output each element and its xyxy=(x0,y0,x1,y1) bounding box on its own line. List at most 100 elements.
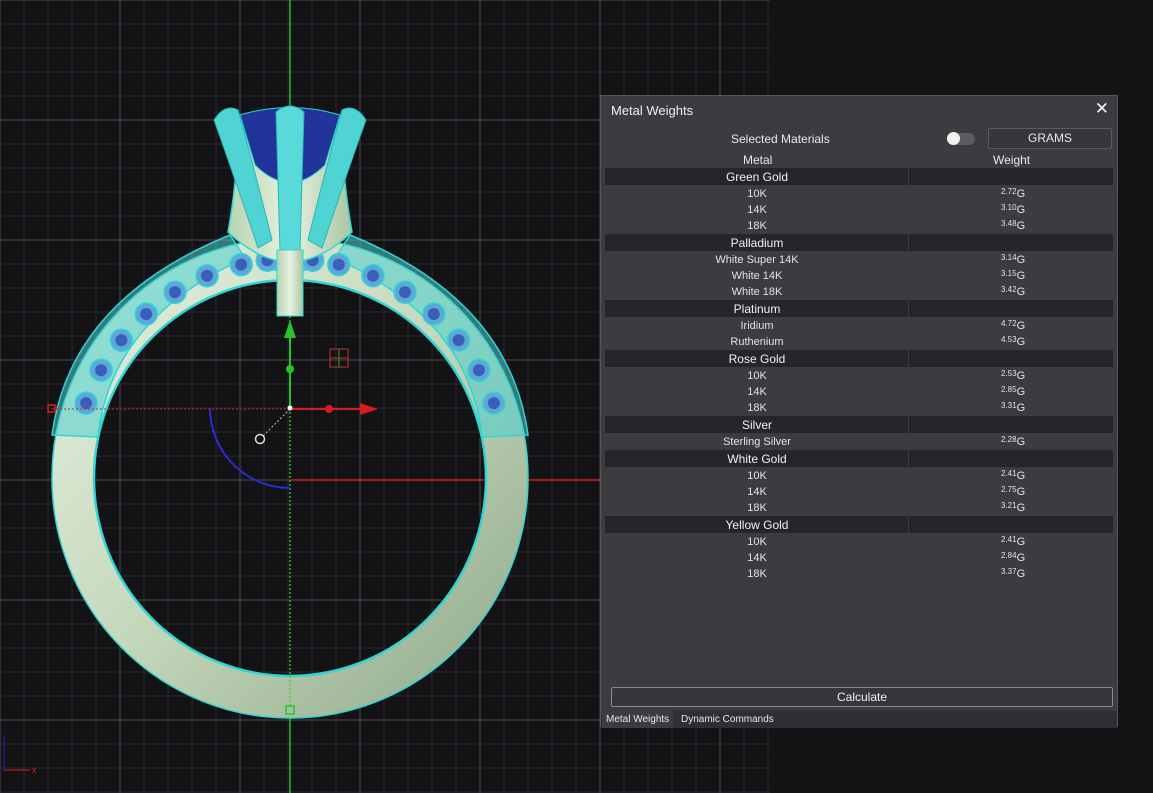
weight-unit: G xyxy=(1016,220,1026,232)
weight-unit: G xyxy=(1016,254,1026,266)
pave-gem-center xyxy=(140,308,153,320)
weight-unit: G xyxy=(1016,552,1026,564)
selected-materials-toggle[interactable] xyxy=(947,132,975,145)
metal-name: White 14K xyxy=(731,270,783,282)
world-axis-icon: x xyxy=(3,735,37,775)
metal-weight: 3.10G xyxy=(1001,203,1025,216)
metal-weight: 3.21G xyxy=(1001,501,1025,514)
table-row: Ruthenium 4.53G xyxy=(605,334,1113,350)
metal-weight: 2.85G xyxy=(1001,385,1025,398)
weight-unit: G xyxy=(1016,486,1026,498)
panel-header: Metal Weights ✕ xyxy=(601,96,1117,124)
group-separator xyxy=(908,450,909,467)
table-row: 10K 2.53G xyxy=(605,368,1113,384)
metal-name: 18K xyxy=(747,502,767,514)
table-row: 18K 3.21G xyxy=(605,500,1113,516)
weight-value: 3.14 xyxy=(1001,253,1017,262)
pave-gem-center xyxy=(472,364,485,377)
unit-button[interactable]: GRAMS xyxy=(988,128,1112,149)
y-axis-handle[interactable] xyxy=(286,365,294,373)
metal-weights-panel: Metal Weights ✕ Selected Materials GRAMS… xyxy=(600,95,1118,728)
weight-value: 2.53 xyxy=(1001,369,1017,378)
table-row: 18K 3.31G xyxy=(605,400,1113,416)
metal-weight: 2.75G xyxy=(1001,485,1025,498)
weight-unit: G xyxy=(1016,320,1026,332)
metal-weight: 2.53G xyxy=(1001,369,1025,382)
weight-value: 4.53 xyxy=(1001,335,1017,344)
weight-value: 3.48 xyxy=(1001,219,1017,228)
group-name: Rose Gold xyxy=(728,352,786,366)
metal-weight: 3.15G xyxy=(1001,269,1025,282)
metal-name: White 18K xyxy=(731,286,783,298)
group-separator xyxy=(908,168,909,185)
group-name: Yellow Gold xyxy=(725,518,789,532)
pave-gem-center xyxy=(201,269,213,282)
metal-name: 14K xyxy=(747,386,767,398)
weight-value: 3.31 xyxy=(1001,401,1017,410)
group-separator xyxy=(908,300,909,317)
weight-value: 3.15 xyxy=(1001,269,1017,278)
metal-weight: 3.31G xyxy=(1001,401,1025,414)
metal-weight: 2.72G xyxy=(1001,187,1025,200)
metal-weights-table: Green Gold 10K 2.72G 14K 3.10G 18K 3.48G Pallad… xyxy=(605,168,1113,582)
metal-weight: 3.42G xyxy=(1001,285,1025,298)
metal-name: 18K xyxy=(747,402,767,414)
toggle-knob xyxy=(947,132,960,145)
metal-name: 10K xyxy=(747,370,767,382)
metal-name: 14K xyxy=(747,552,767,564)
calculate-button[interactable]: Calculate xyxy=(611,687,1113,707)
group-name: White Gold xyxy=(727,452,787,466)
pave-gem-center xyxy=(115,334,128,347)
metal-weight: 2.28G xyxy=(1001,435,1025,448)
weight-value: 2.85 xyxy=(1001,385,1017,394)
tab-metal-weights[interactable]: Metal Weights xyxy=(602,711,674,728)
pave-gem-center xyxy=(95,364,108,377)
close-icon[interactable]: ✕ xyxy=(1095,99,1109,119)
weight-unit: G xyxy=(1016,568,1026,580)
group-separator xyxy=(908,416,909,433)
tab-dynamic-commands[interactable]: Dynamic Commands xyxy=(677,711,778,728)
table-row: 18K 3.37G xyxy=(605,566,1113,582)
table-row: Sterling Silver 2.28G xyxy=(605,434,1113,450)
pave-gem-center xyxy=(332,258,345,271)
panel-title: Metal Weights xyxy=(611,103,694,118)
weight-value: 2.41 xyxy=(1001,469,1017,478)
table-row: 14K 3.10G xyxy=(605,202,1113,218)
table-row: 14K 2.85G xyxy=(605,384,1113,400)
panel-tabs: Metal Weights Dynamic Commands xyxy=(601,711,1117,728)
metal-weight: 3.37G xyxy=(1001,567,1025,580)
metal-name: Ruthenium xyxy=(730,336,784,348)
table-row: 10K 2.41G xyxy=(605,534,1113,550)
pave-gem-center xyxy=(487,397,500,410)
group-row: Green Gold xyxy=(605,168,1113,185)
weight-value: 3.42 xyxy=(1001,285,1017,294)
table-row: White 14K 3.15G xyxy=(605,268,1113,284)
metal-weight: 4.53G xyxy=(1001,335,1025,348)
table-row: 10K 2.41G xyxy=(605,468,1113,484)
weight-value: 2.75 xyxy=(1001,485,1017,494)
group-name: Palladium xyxy=(730,236,784,250)
group-separator xyxy=(908,234,909,251)
group-name: Silver xyxy=(741,418,772,432)
group-row: Rose Gold xyxy=(605,350,1113,367)
weight-value: 2.41 xyxy=(1001,535,1017,544)
weight-unit: G xyxy=(1016,188,1026,200)
metal-name: Iridium xyxy=(740,320,774,332)
metal-name: 14K xyxy=(747,204,767,216)
weight-unit: G xyxy=(1016,536,1026,548)
weight-value: 3.37 xyxy=(1001,567,1017,576)
group-row: Platinum xyxy=(605,300,1113,317)
weight-unit: G xyxy=(1016,204,1026,216)
weight-value: 4.72 xyxy=(1001,319,1017,328)
table-row: 14K 2.75G xyxy=(605,484,1113,500)
weight-unit: G xyxy=(1016,502,1026,514)
metal-weight: 4.72G xyxy=(1001,319,1025,332)
metal-weight: 3.14G xyxy=(1001,253,1025,266)
metal-name: White Super 14K xyxy=(715,254,799,266)
metal-weight: 2.41G xyxy=(1001,469,1025,482)
weight-unit: G xyxy=(1016,386,1026,398)
column-header-weight: Weight xyxy=(993,153,1031,167)
weight-unit: G xyxy=(1016,336,1026,348)
column-header-metal: Metal xyxy=(743,153,773,167)
x-axis-handle[interactable] xyxy=(325,405,333,413)
